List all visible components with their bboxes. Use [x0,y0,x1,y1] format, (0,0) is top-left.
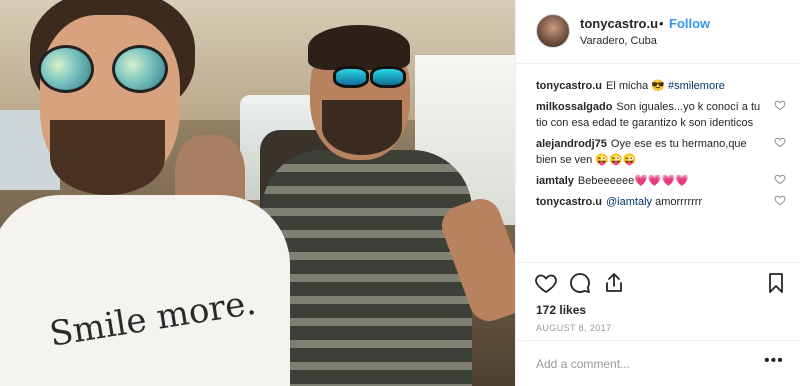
post-location[interactable]: Varadero, Cuba [580,35,657,47]
comment-item: alejandrodj75 Oye ese es tu hermano,que b… [536,136,786,168]
comment-like-heart-icon[interactable] [774,194,786,206]
follow-button[interactable]: Follow [669,16,710,31]
comment-username[interactable]: alejandrodj75 [536,138,607,150]
comments-list: tonycastro.u El micha 😎 #smilemore milkos… [536,78,786,215]
comment-like-heart-icon[interactable] [774,136,786,148]
post-author-username[interactable]: tonycastro.u [580,16,658,31]
passenger-sunglasses-right-lens [112,45,168,93]
comment-username[interactable]: tonycastro.u [536,196,602,208]
driver-hair [308,25,410,70]
post-header: tonycastro.u • Follow Varadero, Cuba [516,0,800,64]
comment-text: amorrrrrrr [655,196,703,208]
heart-icon[interactable] [534,271,558,295]
comment-icon[interactable] [568,271,592,295]
comment-item: iamtaly Bebeeeeee💗💗💗💗 [536,173,786,189]
post-photo[interactable]: Smile more. [0,0,515,386]
likes-count[interactable]: 172 likes [536,303,586,317]
caption: tonycastro.u El micha 😎 #smilemore [536,78,786,94]
comment-username[interactable]: tonycastro.u [536,80,602,92]
mention-link[interactable]: @iamtaly [606,196,652,208]
passenger-sunglasses-left-lens [38,45,94,93]
more-options-icon[interactable]: ••• [764,353,784,369]
comment-text: El micha 😎 [606,80,665,92]
header-separator: • [659,16,664,31]
comment-item: tonycastro.u @iamtaly amorrrrrrr [536,194,786,210]
avatar[interactable] [536,14,570,48]
comment-like-heart-icon[interactable] [774,173,786,185]
driver-striped-shirt [262,150,472,386]
post-side-panel: tonycastro.u • Follow Varadero, Cuba ton… [515,0,800,386]
comment-item: milkossalgado Son iguales...yo k conocí a… [536,99,786,131]
comment-username[interactable]: milkossalgado [536,101,612,113]
comment-text: Bebeeeeee💗💗💗💗 [577,175,689,187]
post-date: AUGUST 8, 2017 [536,323,612,333]
driver-sunglasses-left-lens [333,66,369,88]
driver-sunglasses-right-lens [370,66,406,88]
comment-like-heart-icon[interactable] [774,99,786,111]
comment-username[interactable]: iamtaly [536,175,574,187]
hashtag-link[interactable]: #smilemore [668,80,725,92]
passenger-beard [50,120,165,195]
bookmark-icon[interactable] [764,271,788,295]
add-comment-input[interactable] [536,353,756,375]
share-icon[interactable] [602,271,626,295]
post-actions: 172 likes AUGUST 8, 2017 [516,262,800,333]
driver-beard [322,100,402,155]
add-comment-bar: ••• [516,340,800,386]
